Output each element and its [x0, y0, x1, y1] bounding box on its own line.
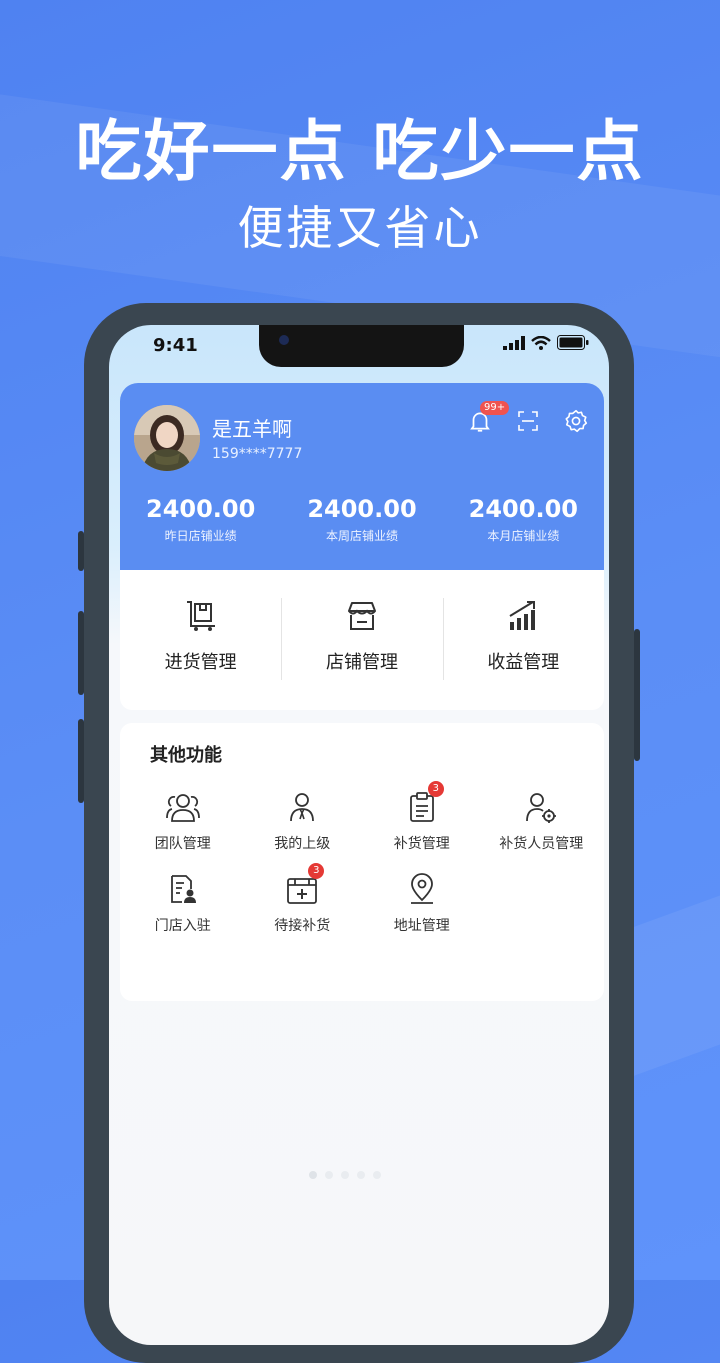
stat-label: 昨日店铺业绩 — [164, 529, 237, 543]
func-label: 地址管理 — [393, 918, 450, 934]
status-time: 9:41 — [153, 335, 198, 356]
section-title: 其他功能 — [150, 745, 222, 766]
func-label: 待接补货 — [274, 918, 331, 934]
management-card: 进货管理 店铺管理 收益管理 — [120, 570, 604, 710]
store-icon — [347, 602, 376, 630]
notification-badge: 99+ — [480, 401, 510, 415]
income-management-button[interactable]: 收益管理 — [442, 570, 604, 710]
mgmt-label: 收益管理 — [487, 652, 560, 673]
func-label: 我的上级 — [274, 836, 331, 852]
page-dot[interactable] — [309, 1171, 317, 1179]
count-badge: 3 — [308, 863, 325, 879]
count-badge: 3 — [427, 781, 444, 797]
func-label: 团队管理 — [154, 836, 211, 852]
phone-power-button — [634, 629, 640, 761]
profile-actions: 99+ — [466, 401, 590, 435]
signal-icon — [503, 335, 525, 350]
func-label: 门店入驻 — [154, 918, 211, 934]
address-management-button[interactable]: 地址管理 — [362, 871, 482, 935]
growth-chart-icon — [509, 601, 536, 630]
functions-grid: 团队管理 我的上级 3 补货管理 补货人员管理 门店入驻 3 待接补货 地址管理 — [123, 781, 602, 935]
my-superior-button[interactable]: 我的上级 — [243, 789, 363, 853]
func-label: 补货人员管理 — [499, 836, 584, 852]
stat-label: 本月店铺业绩 — [487, 529, 560, 543]
battery-icon — [557, 335, 589, 350]
restock-management-button[interactable]: 3 补货管理 — [362, 781, 482, 853]
settings-button[interactable] — [562, 407, 590, 435]
person-settings-icon — [526, 793, 557, 823]
scan-icon — [518, 411, 538, 431]
team-management-button[interactable]: 团队管理 — [123, 789, 243, 853]
page-dot[interactable] — [373, 1171, 381, 1179]
stat-label: 本周店铺业绩 — [325, 529, 398, 543]
location-pin-icon — [410, 873, 433, 904]
stat-month[interactable]: 2400.00 本月店铺业绩 — [443, 495, 604, 544]
mgmt-label: 进货管理 — [164, 652, 237, 673]
profile-card: 是五羊啊 159****7777 99+ 2400.00 昨日店铺业绩 2400… — [120, 383, 604, 570]
superior-person-icon — [290, 793, 315, 822]
user-phone: 159****7777 — [212, 446, 303, 462]
avatar-image — [134, 405, 200, 471]
pending-restock-button[interactable]: 3 待接补货 — [243, 863, 363, 935]
stat-yesterday[interactable]: 2400.00 昨日店铺业绩 — [120, 495, 281, 544]
stats-row: 2400.00 昨日店铺业绩 2400.00 本周店铺业绩 2400.00 本月… — [120, 495, 604, 544]
cart-box-icon — [186, 601, 215, 631]
team-icon — [165, 794, 200, 822]
user-name: 是五羊啊 — [212, 417, 292, 441]
stat-week[interactable]: 2400.00 本周店铺业绩 — [281, 495, 442, 544]
stat-value: 2400.00 — [468, 495, 578, 523]
page-dot[interactable] — [325, 1171, 333, 1179]
status-icons — [503, 335, 589, 350]
other-functions-card: 其他功能 团队管理 我的上级 3 补货管理 补货人员管理 门店入驻 3 待接补货… — [120, 723, 604, 1001]
scan-button[interactable] — [514, 407, 542, 435]
document-person-icon — [170, 875, 196, 903]
promo-headline: 吃好一点 吃少一点 — [75, 113, 645, 190]
phone-volume-up — [78, 611, 84, 695]
stat-value: 2400.00 — [146, 495, 256, 523]
phone-screen: 9:41 是五羊啊 159****7777 99+ 2400.00 昨日店铺业绩… — [109, 325, 609, 1345]
purchase-management-button[interactable]: 进货管理 — [120, 570, 281, 710]
avatar[interactable] — [134, 405, 200, 471]
notch — [259, 325, 464, 367]
page-indicator — [309, 1171, 381, 1179]
phone-mute-switch — [78, 531, 84, 571]
phone-frame: 9:41 是五羊啊 159****7777 99+ 2400.00 昨日店铺业绩… — [78, 303, 640, 1363]
store-management-button[interactable]: 店铺管理 — [281, 570, 442, 710]
page-dot[interactable] — [357, 1171, 365, 1179]
store-onboarding-button[interactable]: 门店入驻 — [123, 871, 243, 935]
stat-value: 2400.00 — [307, 495, 417, 523]
wifi-icon — [531, 335, 551, 350]
notification-button[interactable]: 99+ — [466, 401, 510, 435]
page-dot[interactable] — [341, 1171, 349, 1179]
mgmt-label: 店铺管理 — [325, 652, 398, 673]
func-label: 补货管理 — [393, 836, 450, 852]
promo-subline: 便捷又省心 — [237, 201, 483, 255]
camera-icon — [279, 335, 289, 345]
phone-volume-down — [78, 719, 84, 803]
restock-staff-management-button[interactable]: 补货人员管理 — [482, 789, 602, 853]
gear-icon — [565, 409, 588, 433]
